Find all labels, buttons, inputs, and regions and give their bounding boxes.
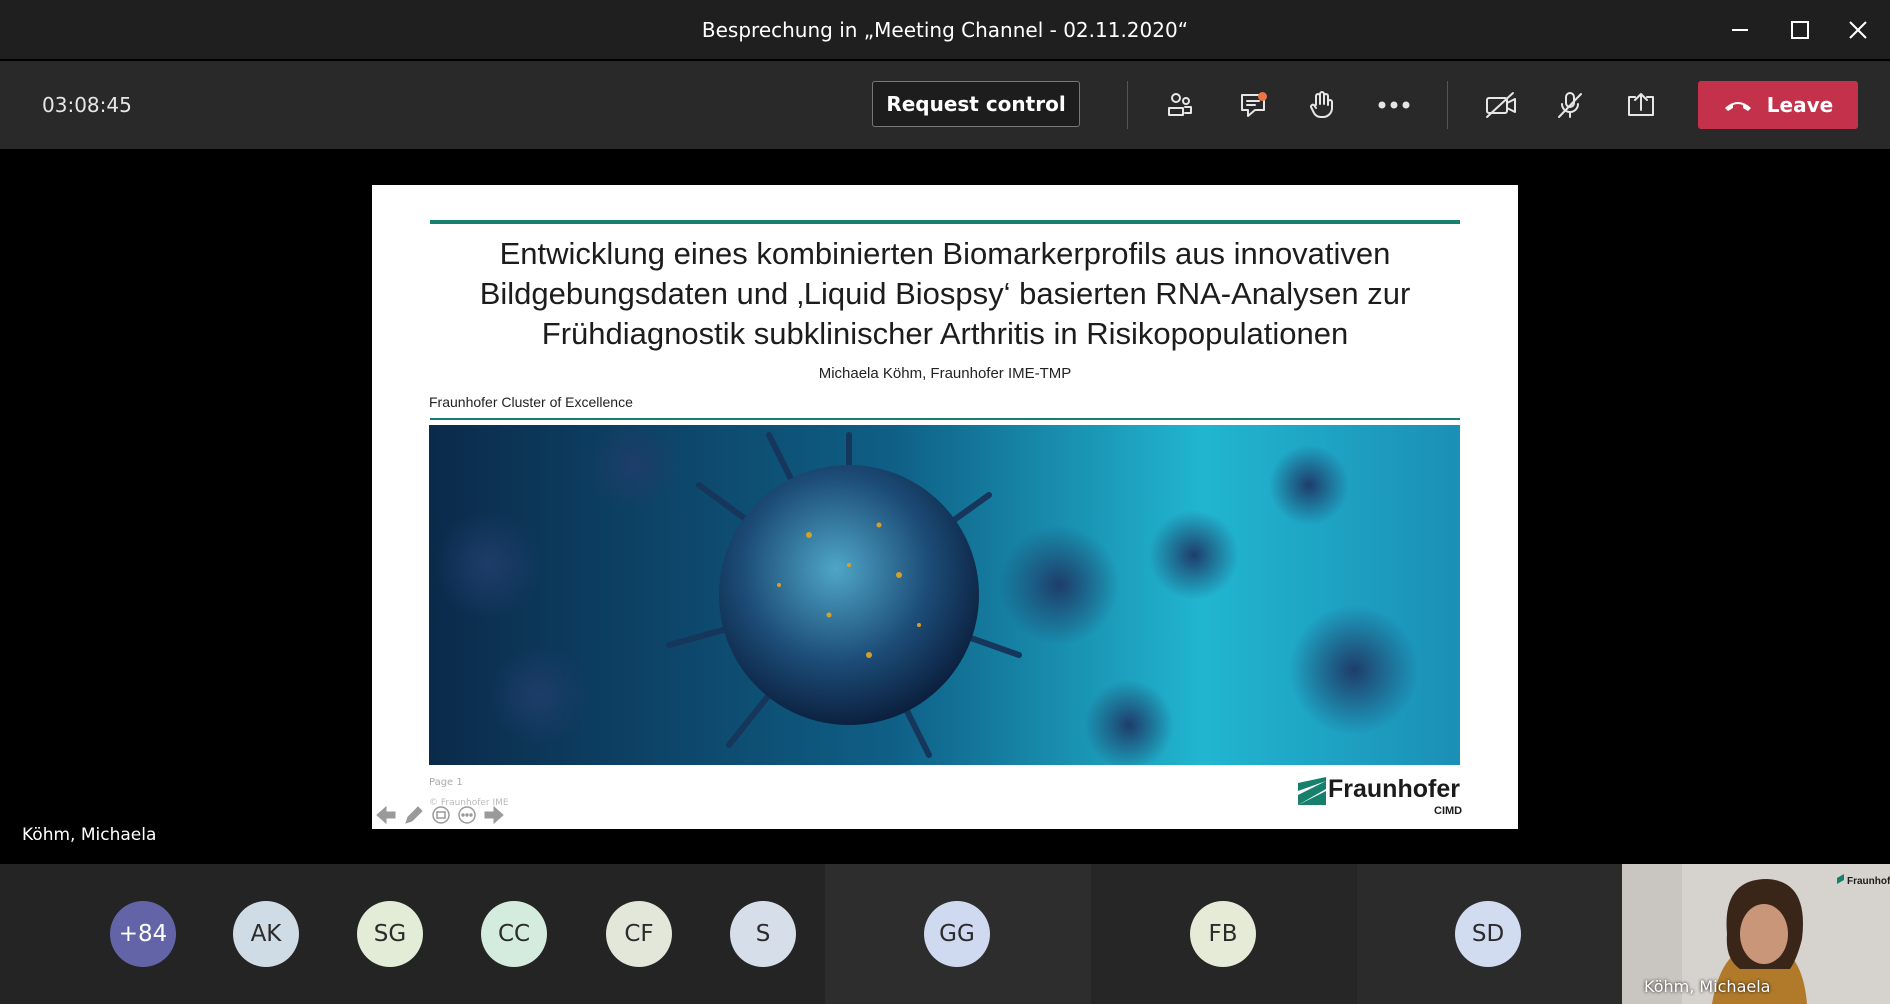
leave-label: Leave: [1766, 93, 1834, 117]
slide-title-line: Entwicklung eines kombinierten Biomarker…: [499, 236, 1391, 271]
toolbar-divider: [1127, 81, 1128, 129]
minimize-icon: [1732, 29, 1748, 31]
presenter-name: Köhm, Michaela: [22, 825, 157, 845]
slide-divider: [430, 418, 1460, 420]
window-titlebar: Besprechung in „Meeting Channel - 02.11.…: [0, 0, 1890, 60]
pen-icon: [405, 806, 423, 824]
chat-button[interactable]: [1229, 81, 1277, 129]
presenter-video-tile[interactable]: Fraunhofer Köhm, Michaela: [1622, 864, 1890, 1004]
arrow-right-icon: [484, 805, 504, 825]
shared-presentation-slide: Entwicklung eines kombinierten Biomarker…: [372, 185, 1518, 829]
meeting-timer: 03:08:45: [42, 93, 132, 117]
close-icon: [1849, 21, 1867, 39]
slide-view-button[interactable]: [431, 805, 451, 825]
arrow-left-icon: [376, 805, 396, 825]
close-window-button[interactable]: [1823, 0, 1890, 60]
participant-avatar[interactable]: SG: [357, 901, 423, 967]
mic-off-icon: [1558, 92, 1582, 118]
share-content-button[interactable]: [1617, 81, 1665, 129]
leave-button[interactable]: Leave: [1698, 81, 1858, 129]
video-logo-text: Fraunhofer: [1847, 876, 1890, 887]
more-icon: [458, 806, 476, 824]
participant-avatar[interactable]: CC: [481, 901, 547, 967]
request-control-button[interactable]: Request control: [872, 81, 1080, 127]
slide-controls: [375, 805, 505, 825]
slide-page-number: Page 1: [429, 777, 463, 788]
slide-title: Entwicklung eines kombinierten Biomarker…: [412, 234, 1478, 354]
camera-off-icon: [1486, 92, 1516, 118]
virus-illustration: [429, 425, 1460, 765]
maximize-icon: [1791, 21, 1809, 39]
participant-avatar[interactable]: CF: [606, 901, 672, 967]
share-icon: [1628, 93, 1654, 116]
participant-avatar[interactable]: SD: [1455, 901, 1521, 967]
participant-strip: +84 AK SG CC CF S GG FB SD Fraunhofer Kö…: [0, 864, 1890, 1004]
participant-avatar[interactable]: AK: [233, 901, 299, 967]
logo-word: Fraunhofer: [1328, 775, 1460, 803]
participants-button[interactable]: [1156, 81, 1204, 129]
participant-overflow-badge[interactable]: +84: [110, 901, 176, 967]
fraunhofer-logo-mark: [1298, 777, 1326, 805]
slide-title-line: Frühdiagnostik subklinischer Arthritis i…: [541, 316, 1349, 351]
participants-icon: [1168, 93, 1192, 116]
participant-avatar[interactable]: S: [730, 901, 796, 967]
slide-top-rule: [430, 220, 1460, 224]
raise-hand-icon: [1310, 91, 1333, 119]
meeting-toolbar: 03:08:45 Request control Leave: [0, 61, 1890, 149]
microphone-toggle-button[interactable]: [1546, 81, 1594, 129]
pen-tool-button[interactable]: [403, 805, 425, 825]
slide-cluster-label: Fraunhofer Cluster of Excellence: [429, 394, 633, 410]
participant-avatar[interactable]: FB: [1190, 901, 1256, 967]
slides-icon: [432, 806, 450, 824]
slide-title-line: Bildgebungsdaten und ‚Liquid Biospsy‘ ba…: [479, 276, 1411, 311]
raise-hand-button[interactable]: [1298, 81, 1346, 129]
camera-toggle-button[interactable]: [1477, 81, 1525, 129]
hang-up-icon: [1724, 102, 1751, 111]
previous-slide-button[interactable]: [375, 805, 397, 825]
presenter-video-name: Köhm, Michaela: [1644, 977, 1771, 996]
toolbar-divider: [1447, 81, 1448, 129]
window-title: Besprechung in „Meeting Channel - 02.11.…: [701, 18, 1189, 42]
participant-avatar[interactable]: GG: [924, 901, 990, 967]
slide-more-button[interactable]: [457, 805, 477, 825]
slide-author: Michaela Köhm, Fraunhofer IME-TMP: [818, 365, 1072, 382]
chat-notification-badge: [1258, 92, 1267, 101]
more-icon: [1378, 101, 1410, 109]
more-actions-button[interactable]: [1370, 81, 1418, 129]
logo-subtext: CIMD: [1434, 805, 1463, 817]
next-slide-button[interactable]: [483, 805, 505, 825]
